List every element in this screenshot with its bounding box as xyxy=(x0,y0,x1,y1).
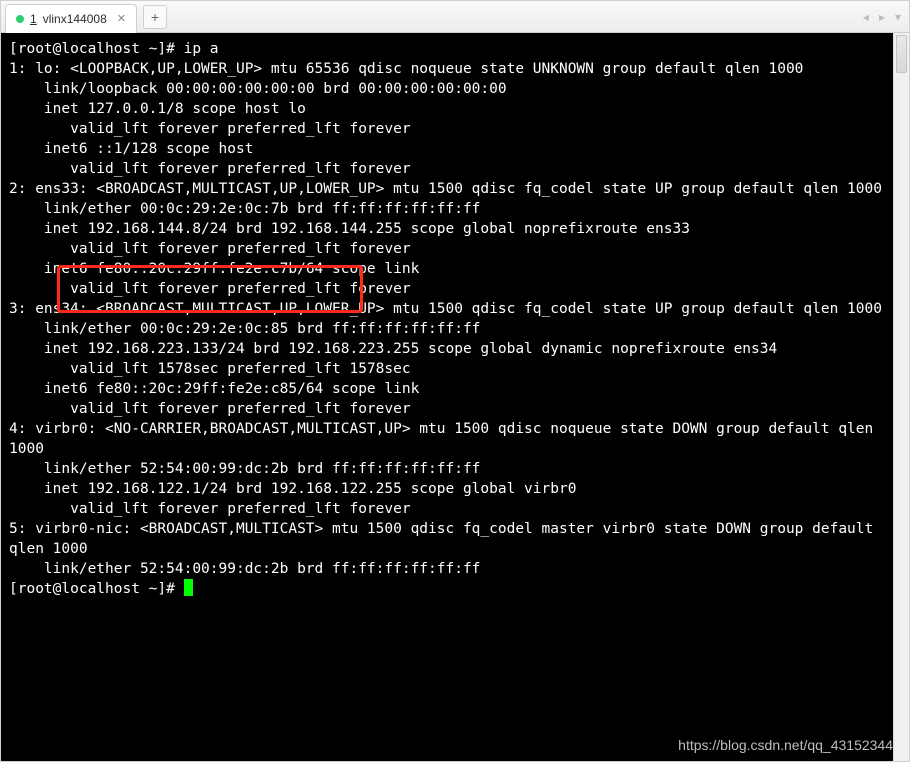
close-icon[interactable]: ✕ xyxy=(117,12,126,25)
tab-nav: ◂ ▸ ▾ xyxy=(863,1,901,32)
terminal-container: [root@localhost ~]# ip a 1: lo: <LOOPBAC… xyxy=(1,33,909,761)
tab-vlinx144008[interactable]: 1 vlinx144008 ✕ xyxy=(5,4,137,33)
scroll-thumb[interactable] xyxy=(896,35,907,73)
status-dot-icon xyxy=(16,15,24,23)
app-window: 1 vlinx144008 ✕ + ◂ ▸ ▾ [root@localhost … xyxy=(0,0,910,762)
tab-label-prefix: 1 xyxy=(30,12,37,26)
terminal[interactable]: [root@localhost ~]# ip a 1: lo: <LOOPBAC… xyxy=(1,33,893,761)
tab-bar: 1 vlinx144008 ✕ + ◂ ▸ ▾ xyxy=(1,1,909,33)
tab-label: vlinx144008 xyxy=(43,12,107,26)
cursor-icon xyxy=(184,579,193,596)
nav-right-icon[interactable]: ▸ xyxy=(879,10,885,24)
nav-left-icon[interactable]: ◂ xyxy=(863,10,869,24)
scrollbar[interactable] xyxy=(893,33,909,761)
nav-menu-icon[interactable]: ▾ xyxy=(895,10,901,24)
add-tab-button[interactable]: + xyxy=(143,5,167,29)
